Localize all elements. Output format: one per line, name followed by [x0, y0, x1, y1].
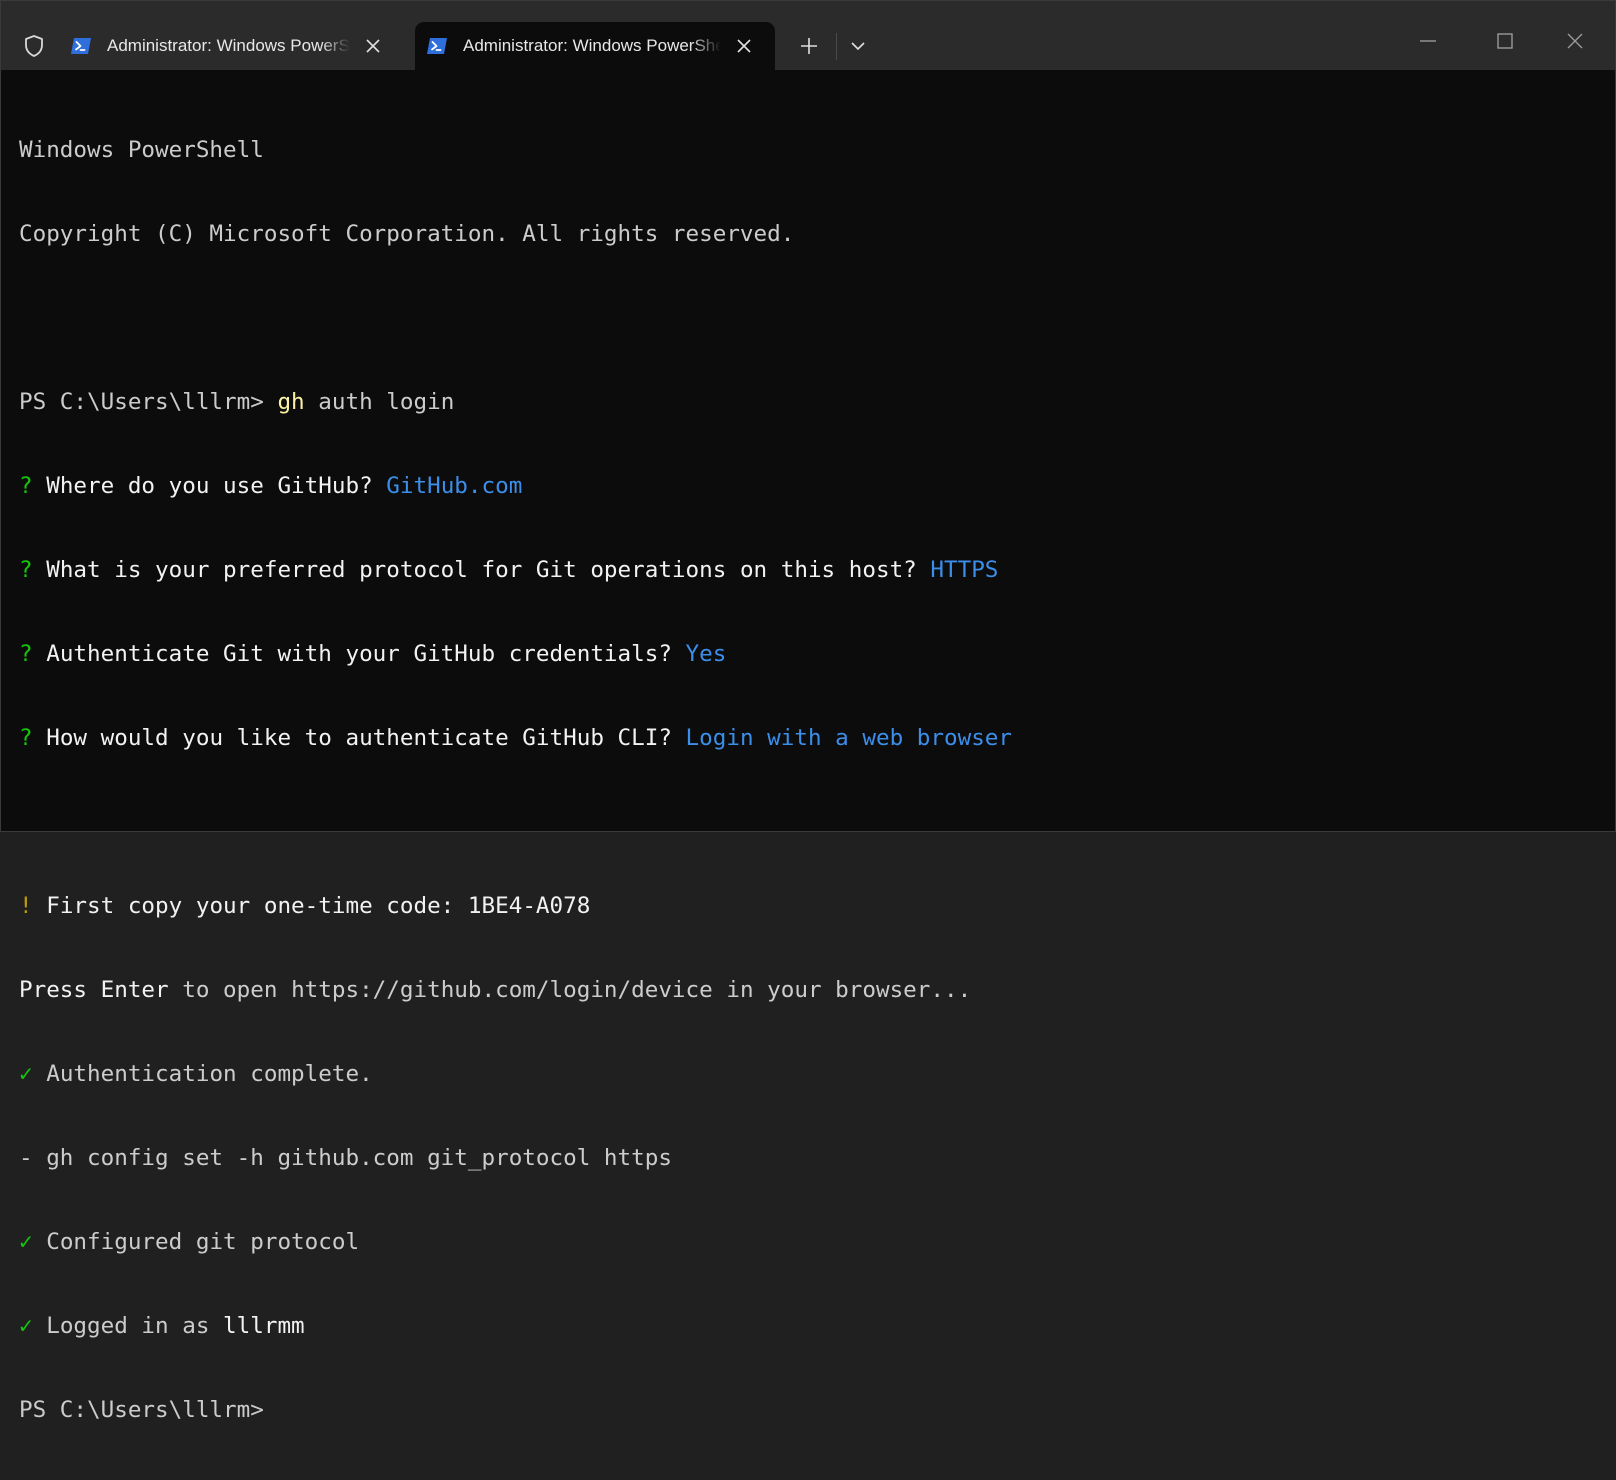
- question-text: Authenticate Git with your GitHub creden…: [32, 641, 686, 667]
- check-icon: ✓: [19, 1313, 33, 1339]
- tab-separator: [836, 33, 837, 60]
- code-label: First copy your one-time code:: [32, 893, 468, 919]
- terminal-window: Administrator: Windows PowerShell Admini…: [0, 0, 1616, 1423]
- one-time-code-line: ! First copy your one-time code: 1BE4-A0…: [19, 892, 1589, 920]
- close-window-icon[interactable]: [1545, 21, 1605, 61]
- config-command: - gh config set -h github.com git_protoc…: [19, 1145, 672, 1171]
- chevron-down-icon[interactable]: [841, 29, 875, 63]
- copyright-text: Copyright (C) Microsoft Corporation. All…: [19, 221, 795, 247]
- username: lllrmm: [223, 1313, 305, 1339]
- title-bar: Administrator: Windows PowerShell Admini…: [1, 1, 1615, 70]
- question-text: Where do you use GitHub?: [32, 473, 387, 499]
- question-text: How would you like to authenticate GitHu…: [32, 725, 686, 751]
- console-line: Copyright (C) Microsoft Corporation. All…: [19, 220, 1589, 248]
- question-answer: Login with a web browser: [685, 725, 1013, 751]
- minimize-icon[interactable]: [1398, 21, 1458, 61]
- question-line: ? Authenticate Git with your GitHub cred…: [19, 640, 1589, 668]
- check-icon: ✓: [19, 1229, 33, 1255]
- question-answer: HTTPS: [930, 557, 999, 583]
- console-line: Windows PowerShell: [19, 136, 1589, 164]
- question-line: ? Where do you use GitHub? GitHub.com: [19, 472, 1589, 500]
- command-args: auth login: [304, 389, 455, 415]
- tab-title: Administrator: Windows PowerShell: [107, 36, 350, 55]
- maximize-icon[interactable]: [1475, 21, 1535, 61]
- question-line: ? What is your preferred protocol for Gi…: [19, 556, 1589, 584]
- prompt: PS C:\Users\lllrm>: [19, 389, 278, 415]
- plus-icon[interactable]: [789, 29, 829, 63]
- console-line: - gh config set -h github.com git_protoc…: [19, 1144, 1589, 1172]
- one-time-code: 1BE4-A078: [467, 893, 591, 919]
- question-mark: ?: [19, 725, 33, 751]
- console-line: PS C:\Users\lllrm> gh auth login: [19, 388, 1589, 416]
- close-icon[interactable]: [358, 31, 388, 61]
- powershell-icon: [71, 38, 91, 54]
- question-answer: Yes: [685, 641, 727, 667]
- question-mark: ?: [19, 473, 33, 499]
- tab-powershell-1[interactable]: Administrator: Windows PowerShell: [59, 22, 404, 70]
- status-text: Authentication complete.: [32, 1061, 373, 1087]
- prompt: PS C:\Users\lllrm>: [19, 1397, 264, 1423]
- press-enter-text: Press Enter: [19, 977, 169, 1003]
- status-text: Logged in as: [32, 1313, 224, 1339]
- question-text: What is your preferred protocol for Git …: [32, 557, 931, 583]
- question-mark: ?: [19, 641, 33, 667]
- question-line: ? How would you like to authenticate Git…: [19, 724, 1589, 752]
- shield-icon[interactable]: [15, 29, 53, 63]
- check-icon: ✓: [19, 1061, 33, 1087]
- question-answer: GitHub.com: [386, 473, 523, 499]
- console-output[interactable]: Windows PowerShell Copyright (C) Microso…: [19, 80, 1589, 1480]
- warning-mark: !: [19, 893, 33, 919]
- status-text: Configured git protocol: [32, 1229, 360, 1255]
- open-browser-text: to open https://github.com/login/device …: [168, 977, 972, 1003]
- tab-powershell-2[interactable]: Administrator: Windows PowerShell: [415, 22, 775, 70]
- status-line: ✓ Configured git protocol: [19, 1228, 1589, 1256]
- press-enter-line: Press Enter to open https://github.com/l…: [19, 976, 1589, 1004]
- status-line: ✓ Logged in as lllrmm: [19, 1312, 1589, 1340]
- status-line: ✓ Authentication complete.: [19, 1060, 1589, 1088]
- powershell-icon: [427, 38, 447, 54]
- header-text: Windows PowerShell: [19, 137, 264, 163]
- console-line: PS C:\Users\lllrm>: [19, 1396, 1589, 1424]
- close-icon[interactable]: [729, 31, 759, 61]
- question-mark: ?: [19, 557, 33, 583]
- command: gh: [277, 389, 305, 415]
- scrollbar[interactable]: [1603, 70, 1615, 810]
- tab-title: Administrator: Windows PowerShell: [463, 36, 721, 55]
